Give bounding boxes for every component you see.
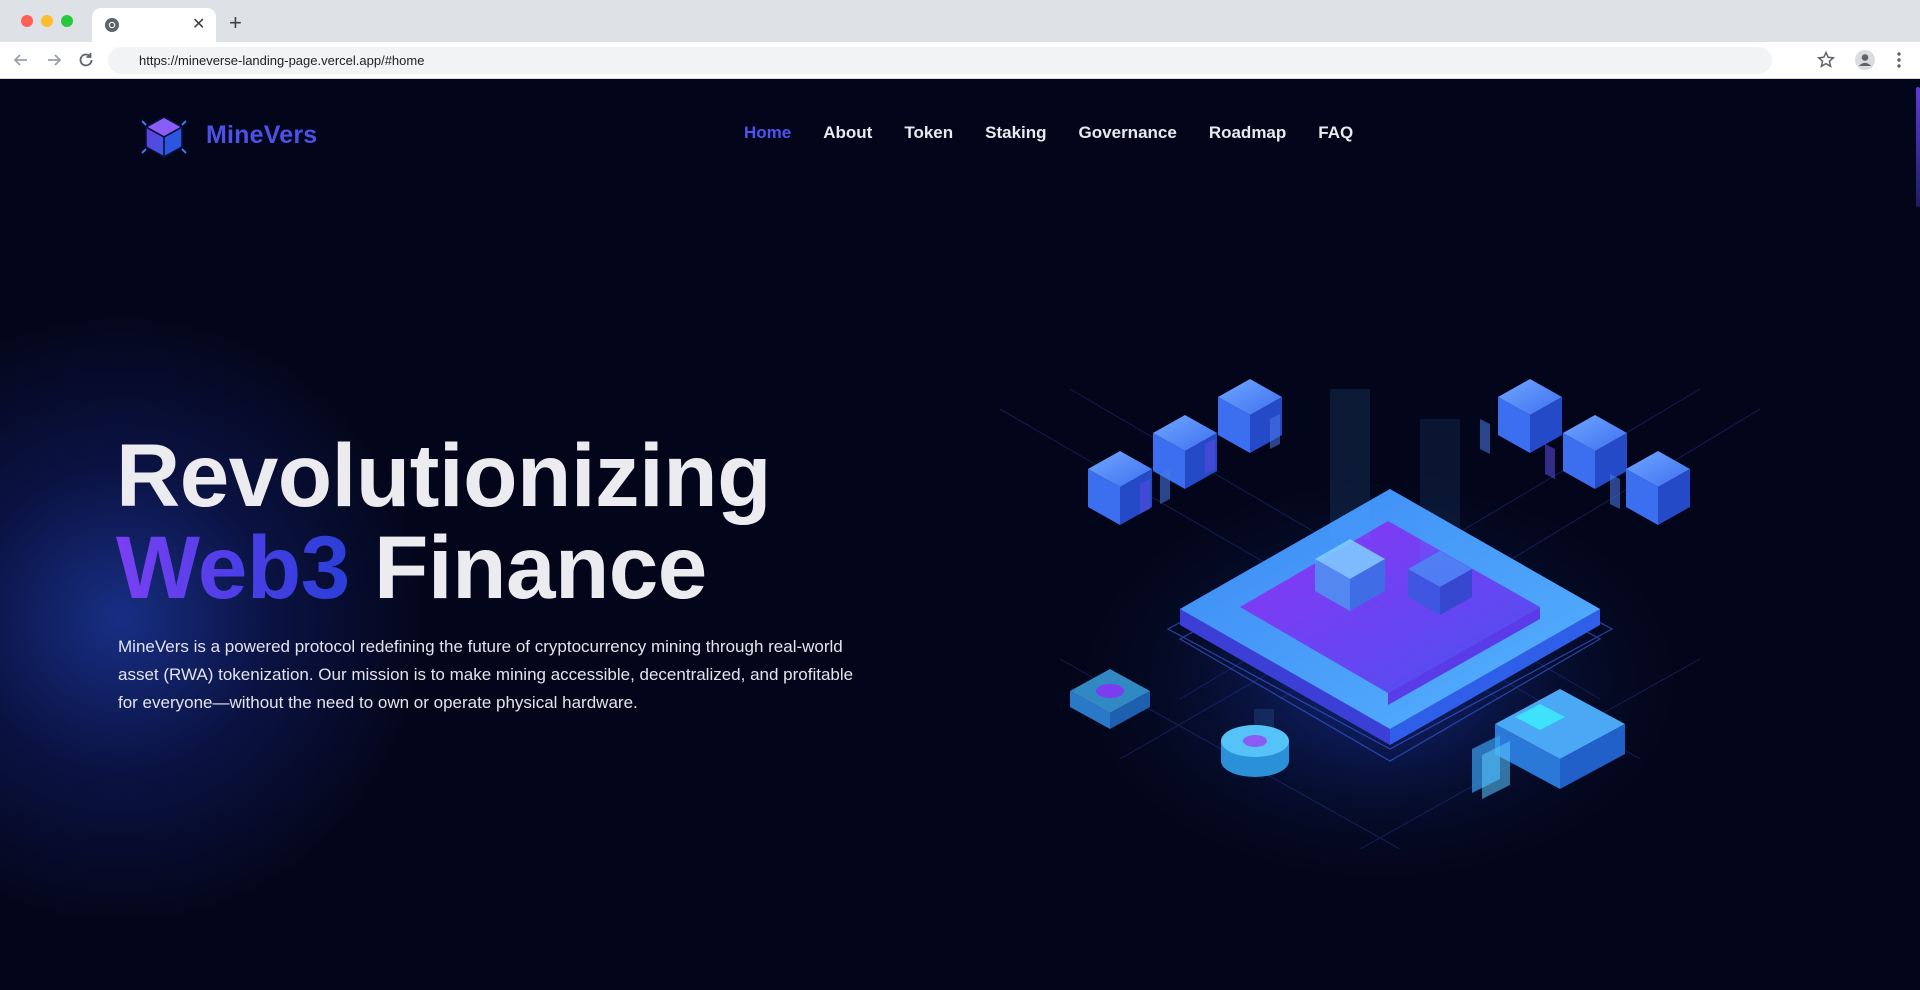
hero-title: Revolutionizing Web3 Finance [116,429,772,613]
chrome-favicon-icon [105,18,119,32]
background-glow [0,309,430,929]
url-text[interactable]: https://mineverse-landing-page.vercel.ap… [139,53,424,68]
browser-toolbar: https://mineverse-landing-page.vercel.ap… [0,42,1920,79]
hero-title-line1: Revolutionizing [116,425,772,525]
forward-arrow-icon[interactable] [43,49,65,71]
hero-title-line2: Web3 Finance [116,521,771,613]
nav-roadmap[interactable]: Roadmap [1209,123,1286,143]
browser-tab[interactable]: ✕ [92,8,216,42]
new-tab-button[interactable]: + [229,11,242,35]
close-window-button[interactable] [21,15,33,27]
hero-title-accent: Web3 [116,517,350,617]
minimize-window-button[interactable] [41,15,53,27]
address-bar[interactable]: https://mineverse-landing-page.vercel.ap… [108,47,1772,74]
nav-governance[interactable]: Governance [1079,123,1177,143]
hero-title-rest: Finance [349,517,707,617]
nav-staking[interactable]: Staking [985,123,1046,143]
isometric-blockchain-illustration [1000,379,1760,879]
reload-icon[interactable] [75,49,97,71]
nav-home[interactable]: Home [744,123,791,143]
nav-faq[interactable]: FAQ [1318,123,1353,143]
browser-menu-icon[interactable] [1888,49,1910,71]
landing-page: MineVers Home About Token Staking Govern… [0,79,1920,990]
back-arrow-icon[interactable] [10,49,32,71]
page-scrollbar[interactable] [1916,87,1920,207]
brand-name[interactable]: MineVers [206,121,317,150]
hero-description: MineVers is a powered protocol redefinin… [118,637,854,712]
cube-logo-icon[interactable] [138,111,190,163]
bookmark-star-icon[interactable] [1815,49,1837,71]
maximize-window-button[interactable] [61,15,73,27]
main-nav: Home About Token Staking Governance Road… [744,123,1353,143]
profile-avatar-icon[interactable] [1854,49,1876,71]
browser-chrome: ✕ + https://mineverse-landing-page.verce… [0,0,1920,79]
close-tab-icon[interactable]: ✕ [192,16,205,34]
nav-about[interactable]: About [823,123,872,143]
nav-token[interactable]: Token [904,123,953,143]
